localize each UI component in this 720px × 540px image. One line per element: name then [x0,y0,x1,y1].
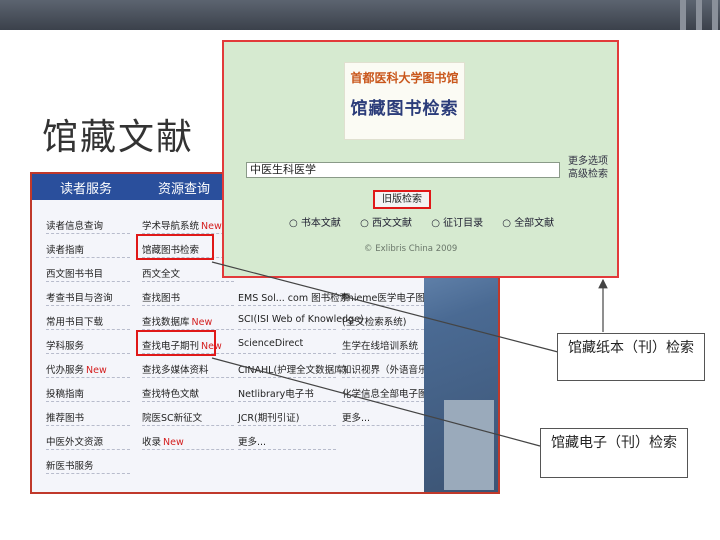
connector-catalog [211,261,559,353]
connector-ejournal [211,357,541,447]
callout-electronic-search: 馆藏电子（刊）检索 [540,428,688,478]
callout-print-search: 馆藏纸本（刊）检索 [557,333,705,381]
